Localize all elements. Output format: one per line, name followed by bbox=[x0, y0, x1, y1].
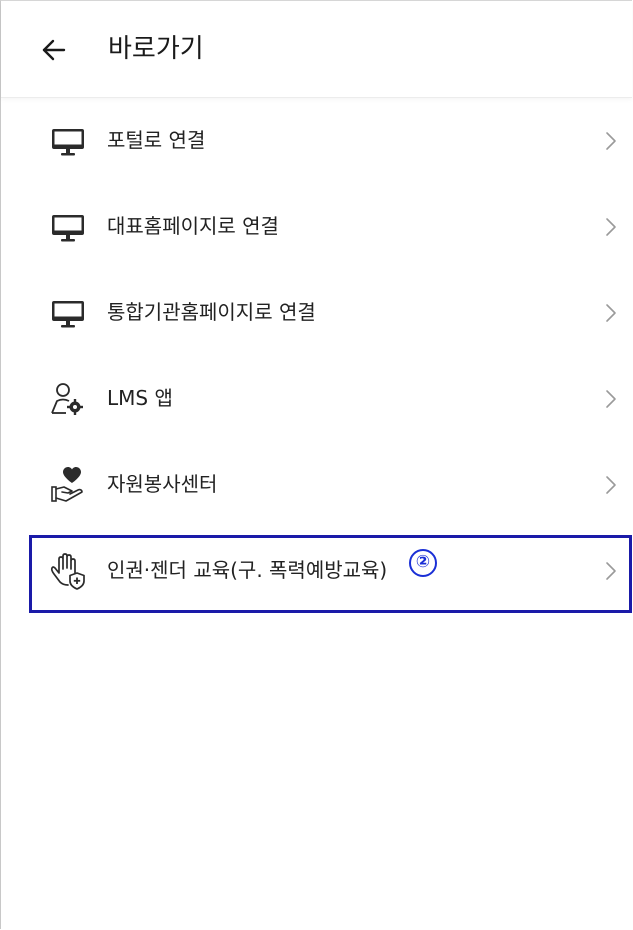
page-title: 바로가기 bbox=[108, 34, 204, 64]
menu-item-label: 통합기관홈페이지로 연결 bbox=[107, 300, 316, 324]
menu-item-lms-app[interactable]: LMS 앱 bbox=[1, 355, 632, 441]
chevron-right-icon bbox=[606, 304, 616, 322]
menu-item-label: 인권·젠더 교육(구. 폭력예방교육) bbox=[107, 558, 388, 582]
menu-item-portal[interactable]: 포털로 연결 bbox=[1, 97, 632, 183]
app-screen: 바로가기 포털로 연결 대표홈페이지로 연결 통합기관홈페이지로 연결 LMS … bbox=[0, 0, 632, 929]
menu-item-label: LMS 앱 bbox=[107, 386, 173, 410]
arrow-left-icon[interactable] bbox=[41, 37, 67, 63]
menu-item-label: 포털로 연결 bbox=[107, 128, 206, 152]
hand-shield-icon bbox=[50, 553, 85, 590]
heart-hand-icon bbox=[51, 467, 83, 502]
app-header: 바로가기 bbox=[1, 1, 632, 98]
monitor-icon bbox=[52, 301, 84, 328]
step-number-badge: ② bbox=[409, 549, 437, 577]
monitor-icon bbox=[52, 215, 84, 242]
chevron-right-icon bbox=[606, 390, 616, 408]
chevron-right-icon bbox=[606, 476, 616, 494]
monitor-icon bbox=[52, 129, 84, 156]
menu-item-human-rights-education[interactable]: 인권·젠더 교육(구. 폭력예방교육) ② bbox=[1, 527, 632, 613]
chevron-right-icon bbox=[606, 132, 616, 150]
person-gear-icon bbox=[51, 383, 83, 415]
menu-item-label: 자원봉사센터 bbox=[107, 472, 218, 496]
menu-item-integrated-homepage[interactable]: 통합기관홈페이지로 연결 bbox=[1, 269, 632, 355]
chevron-right-icon bbox=[606, 218, 616, 236]
chevron-right-icon bbox=[606, 562, 616, 580]
menu-item-label: 대표홈페이지로 연결 bbox=[107, 214, 279, 238]
menu-item-main-homepage[interactable]: 대표홈페이지로 연결 bbox=[1, 183, 632, 269]
menu-item-volunteer-center[interactable]: 자원봉사센터 bbox=[1, 441, 632, 527]
